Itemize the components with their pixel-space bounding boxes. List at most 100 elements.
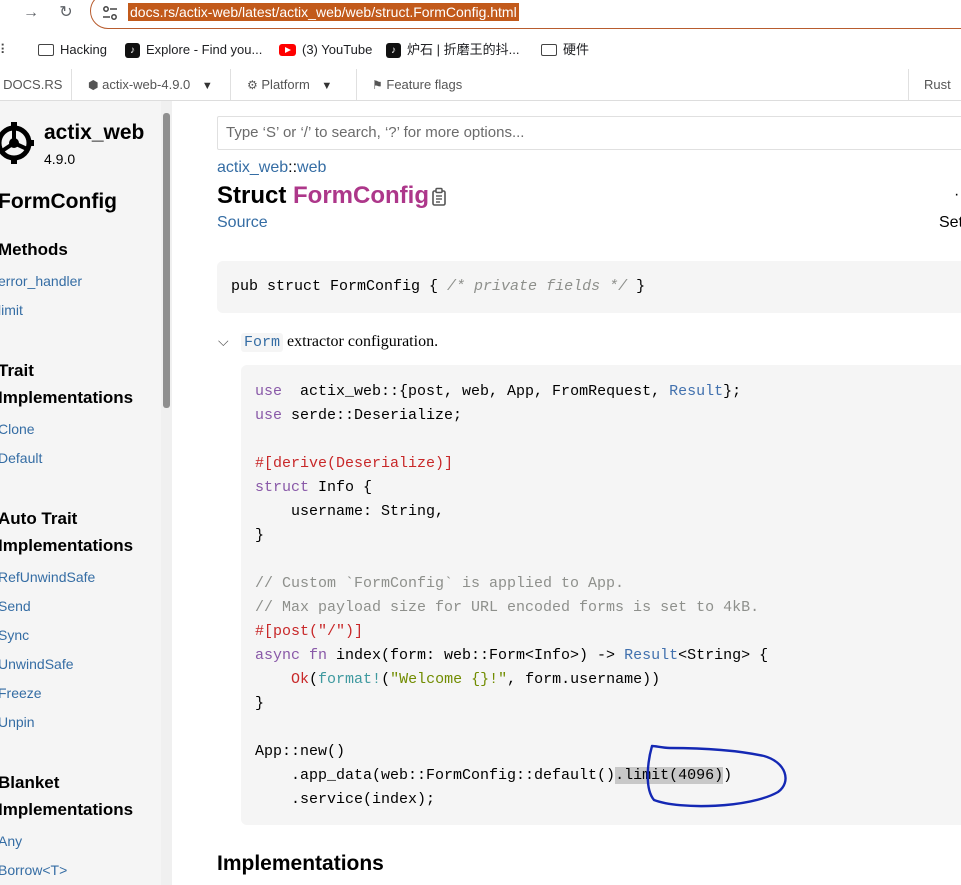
item-kind: Struct [217,182,287,209]
code-token: App::new() [255,743,346,760]
docsrs-home-link[interactable]: ▪ DOCS.RS [0,69,62,100]
code-token: async fn [255,647,328,664]
sidebar-link-unwindsafe[interactable]: UnwindSafe [0,656,74,672]
code-token: actix_web::{post, web, App, FromRequest, [282,383,670,400]
docsrs-brand: DOCS.RS [3,77,63,92]
section-title: Implementations [0,388,134,407]
sidebar-link-clone[interactable]: Clone [0,421,35,437]
sidebar-link-default[interactable]: Default [0,450,42,466]
sidebar: actix_web 4.9.0 FormConfig Methods error… [0,101,172,885]
rust-menu[interactable]: Rust [924,69,951,100]
sidebar-link-borrow[interactable]: Borrow<T> [0,862,67,878]
struct-declaration: pub struct FormConfig { /* private field… [217,261,961,313]
crate-menu[interactable]: ⬢ actix-web-4.9.0 ▼ [88,69,213,100]
page-title: Struct FormConfig [217,182,429,210]
rust-label: Rust [924,77,951,92]
breadcrumb-module-link[interactable]: web [297,159,326,176]
code-token: use [255,383,283,400]
section-title: Trait [0,361,34,380]
truncated-right-control[interactable]: · [954,186,959,204]
section-title: Implementations [0,536,134,555]
code-token: ( [381,671,391,688]
sidebar-link-send[interactable]: Send [0,598,31,614]
sidebar-section-methods[interactable]: Methods [0,236,68,263]
docsrs-topbar: ▪ DOCS.RS ⬢ actix-web-4.9.0 ▼ ⚙ Platform… [0,69,961,101]
gears-icon: ⚙ [247,78,258,92]
collapse-docs-toggle-icon[interactable]: ⌵ [218,333,229,350]
feature-flags-link[interactable]: ⚑ Feature flags [372,69,462,100]
url-text[interactable]: docs.rs/actix-web/latest/actix_web/web/s… [128,3,519,21]
sidebar-item-title[interactable]: FormConfig [0,190,117,214]
feature-flags-label: Feature flags [386,77,463,92]
crate-version-label: actix-web-4.9.0 [102,77,191,92]
youtube-icon [279,44,296,56]
code-token: .app_data(web::FormConfig::default() [255,767,616,784]
code-token: Result [624,647,679,664]
code-token: #[derive(Deserialize)] [255,455,454,472]
code-line: Ok(format!("Welcome {}!", form.username)… [255,668,660,692]
code-line: #[derive(Deserialize)] [255,452,453,476]
caret-down-icon: ▼ [321,80,333,92]
copy-path-icon[interactable] [431,187,449,207]
code-token: Info { [309,479,373,496]
bookmark-tiktok-hearthstone[interactable]: ♪ 炉石 | 折磨王的抖... [386,40,519,60]
item-name: FormConfig [293,182,429,209]
code-token: , form.username)) [507,671,661,688]
reload-icon[interactable]: ↻ [55,2,77,24]
code-token: username: String, [255,503,445,520]
code-line: async fn index(form: web::Form<Info>) ->… [255,644,768,668]
decl-comment: /* private fields */ [447,278,628,295]
breadcrumb-crate-link[interactable]: actix_web [217,159,288,176]
bookmark-hacking[interactable]: Hacking [38,40,107,60]
section-title: Methods [0,240,68,259]
highlighted-code: .limit(4096) [615,767,724,784]
sidebar-link-error-handler[interactable]: error_handler [0,273,82,289]
sidebar-link-limit[interactable]: limit [0,302,23,318]
apps-icon[interactable]: ⠿ [0,40,6,60]
site-settings-icon[interactable] [101,4,119,22]
code-line: .service(index); [255,788,435,812]
code-line: use actix_web::{post, web, App, FromRequ… [255,380,741,404]
platform-label: Platform [261,77,310,92]
code-line: use serde::Deserialize; [255,404,462,428]
sidebar-section-trait-impls[interactable]: Trait Implementations [0,357,133,411]
code-token: // Custom `FormConfig` is applied to App… [255,575,625,592]
code-token: .service(index); [255,791,436,808]
code-line: username: String, [255,500,444,524]
tiktok-icon: ♪ [386,42,401,58]
sidebar-crate-name[interactable]: actix_web [44,121,144,145]
form-type-link[interactable]: Form [241,333,284,352]
sidebar-link-sync[interactable]: Sync [0,627,29,643]
truncated-settings-link[interactable]: Set [939,214,961,232]
bookmark-label: 炉石 | 折磨王的抖... [407,42,520,57]
folder-icon [541,44,557,56]
bookmark-youtube[interactable]: (3) YouTube [279,40,372,60]
code-token: }; [723,383,742,400]
code-token: index(form: web::Form<Info>) -> [327,647,625,664]
source-link[interactable]: Source [217,214,268,232]
sidebar-link-freeze[interactable]: Freeze [0,685,42,701]
bookmark-label: 硬件 [563,42,590,57]
decl-end: } [627,278,646,295]
flag-icon: ⚑ [372,78,383,92]
rust-crate-logo-icon[interactable] [0,121,34,165]
code-line: struct Info { [255,476,372,500]
code-line: } [255,692,264,716]
sidebar-scrollbar-thumb[interactable] [163,113,170,408]
sidebar-section-blanket-impls[interactable]: Blanket Implementations [0,769,133,823]
code-line: #[post("/")] [255,620,363,644]
platform-menu[interactable]: ⚙ Platform ▼ [247,69,332,100]
code-line: App::new() [255,740,345,764]
code-token: serde::Deserialize; [282,407,463,424]
bookmark-tiktok-explore[interactable]: ♪ Explore - Find you... [125,40,262,60]
sidebar-link-any[interactable]: Any [0,833,22,849]
sidebar-section-auto-trait-impls[interactable]: Auto Trait Implementations [0,505,133,559]
search-input[interactable]: Type ‘S’ or ‘/’ to search, ‘?’ for more … [217,116,961,150]
sidebar-link-unpin[interactable]: Unpin [0,714,35,730]
sidebar-link-refunwindsafe[interactable]: RefUnwindSafe [0,569,95,585]
code-token: Result [669,383,724,400]
doc-summary: Form extractor configuration. [241,330,438,355]
bookmark-hardware[interactable]: 硬件 [541,40,589,60]
forward-icon[interactable]: → [20,2,42,24]
